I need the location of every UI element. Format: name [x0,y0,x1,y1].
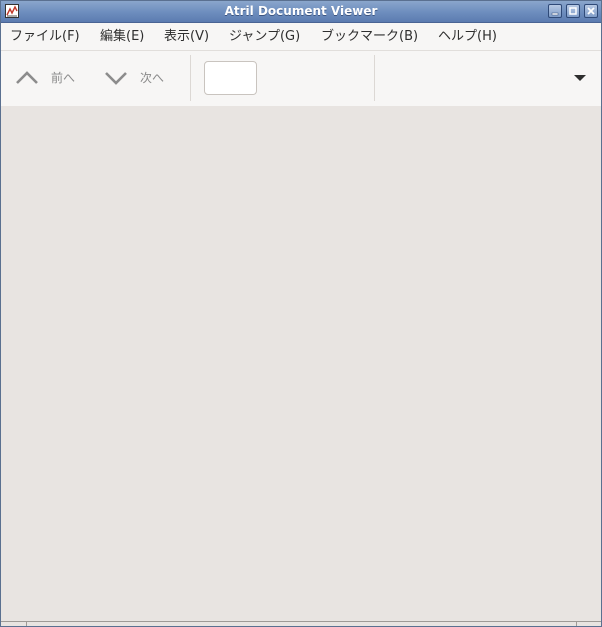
maximize-button[interactable] [566,4,580,18]
previous-page-label: 前へ [51,71,76,85]
chevron-up-icon [16,71,38,84]
close-button[interactable] [584,4,598,18]
status-divider [26,622,27,626]
minimize-button[interactable] [548,4,562,18]
page-number-input[interactable] [204,61,257,95]
toolbar-separator [190,55,191,101]
menu-bookmarks[interactable]: ブックマーク(B) [321,23,418,50]
toolbar: 前へ 次へ [1,50,601,107]
dropdown-arrow-icon[interactable] [572,73,588,83]
window-title: Atril Document Viewer [224,4,378,18]
menu-help[interactable]: ヘルプ(H) [438,23,497,50]
menu-edit[interactable]: 編集(E) [100,23,144,50]
atril-window: Atril Document Viewer ファイル(F) 編集(E) 表示(V… [0,0,602,627]
title-bar[interactable]: Atril Document Viewer [1,1,601,23]
status-bar [1,621,601,626]
maximize-icon [569,7,577,15]
chevron-down-icon [105,72,127,85]
menu-bar: ファイル(F) 編集(E) 表示(V) ジャンプ(G) ブックマーク(B) ヘル… [1,23,601,50]
menu-file[interactable]: ファイル(F) [10,23,80,50]
status-divider [576,622,577,626]
menu-go[interactable]: ジャンプ(G) [229,23,300,50]
next-page-button[interactable]: 次へ [98,51,178,106]
toolbar-separator [374,55,375,101]
minimize-icon [551,12,559,16]
next-page-label: 次へ [140,71,165,85]
menu-view[interactable]: 表示(V) [164,23,209,50]
close-icon [587,7,595,15]
previous-page-button[interactable]: 前へ [9,51,89,106]
document-view[interactable] [1,106,601,621]
